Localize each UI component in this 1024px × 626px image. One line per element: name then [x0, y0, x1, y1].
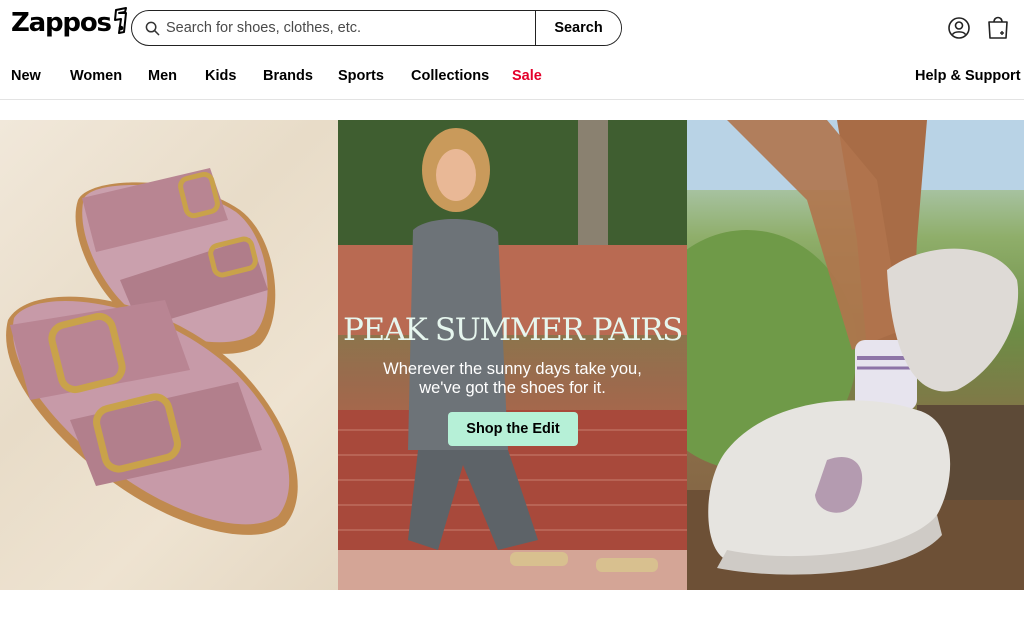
zappos-logo[interactable]: Zappos: [11, 7, 129, 38]
nav-item-sale[interactable]: Sale: [512, 68, 542, 84]
hero-image-sneakers[interactable]: [687, 120, 1024, 590]
hero-subtext-line2: we've got the shoes for it.: [419, 379, 606, 397]
search-button[interactable]: Search: [535, 11, 621, 45]
nav-item-sports[interactable]: Sports: [338, 68, 384, 84]
nav-item-collections[interactable]: Collections: [411, 68, 489, 84]
hero-image-sandals[interactable]: [0, 120, 338, 590]
hero-subtext: Wherever the sunny days take you, we've …: [338, 360, 687, 398]
nav-item-brands[interactable]: Brands: [263, 68, 313, 84]
sandals-illustration: [6, 168, 298, 535]
search-input[interactable]: [166, 11, 535, 45]
nav-item-men[interactable]: Men: [148, 68, 177, 84]
search-icon: [132, 11, 166, 45]
hero-subtext-line1: Wherever the sunny days take you,: [383, 360, 642, 378]
nav-item-women[interactable]: Women: [70, 68, 122, 84]
nav-item-kids[interactable]: Kids: [205, 68, 236, 84]
shop-the-edit-button[interactable]: Shop the Edit: [448, 412, 578, 446]
search-bar: Search: [131, 10, 622, 46]
account-icon[interactable]: [947, 16, 971, 40]
hero-image-summer-pairs[interactable]: PEAK SUMMER PAIRS Wherever the sunny day…: [338, 120, 687, 590]
sneakers-illustration: [687, 120, 1024, 590]
help-support-link[interactable]: Help & Support: [915, 68, 1021, 84]
logo-wordmark: Zappos: [11, 8, 112, 38]
hero-banner[interactable]: PEAK SUMMER PAIRS Wherever the sunny day…: [0, 120, 1024, 590]
cart-icon[interactable]: [986, 14, 1010, 40]
hero-headline: PEAK SUMMER PAIRS: [343, 312, 683, 348]
nav-item-new[interactable]: New: [11, 68, 41, 84]
site-header: Zappos Search: [0, 0, 1024, 56]
logo-mark-icon: [113, 7, 127, 34]
summer-scene-illustration: [338, 120, 687, 590]
main-nav: New Women Men Kids Brands Sports Collect…: [0, 58, 1024, 100]
